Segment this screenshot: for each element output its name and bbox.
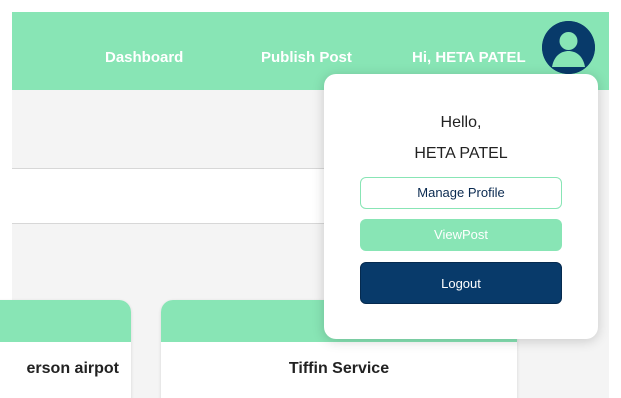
profile-dropdown: Hello, HETA PATEL Manage Profile ViewPos…	[324, 74, 598, 339]
dropdown-user-name: HETA PATEL	[414, 145, 508, 162]
card-title: erson airpot	[26, 360, 119, 377]
nav-publish-post-link[interactable]: Publish Post	[261, 49, 352, 66]
dropdown-hello: Hello,	[440, 114, 482, 131]
post-card[interactable]: erson airpot	[0, 300, 131, 398]
card-header	[0, 300, 131, 342]
app-window: erson airpot Tiffin Service Dashboard Pu…	[0, 0, 621, 398]
card-title: Tiffin Service	[288, 360, 390, 377]
logout-button[interactable]: Logout	[360, 262, 562, 304]
view-post-button[interactable]: ViewPost	[360, 219, 562, 251]
user-circle-icon[interactable]	[542, 21, 595, 74]
nav-dashboard-link[interactable]: Dashboard	[105, 49, 183, 66]
manage-profile-button[interactable]: Manage Profile	[360, 177, 562, 209]
user-greeting[interactable]: Hi, HETA PATEL	[412, 49, 526, 66]
